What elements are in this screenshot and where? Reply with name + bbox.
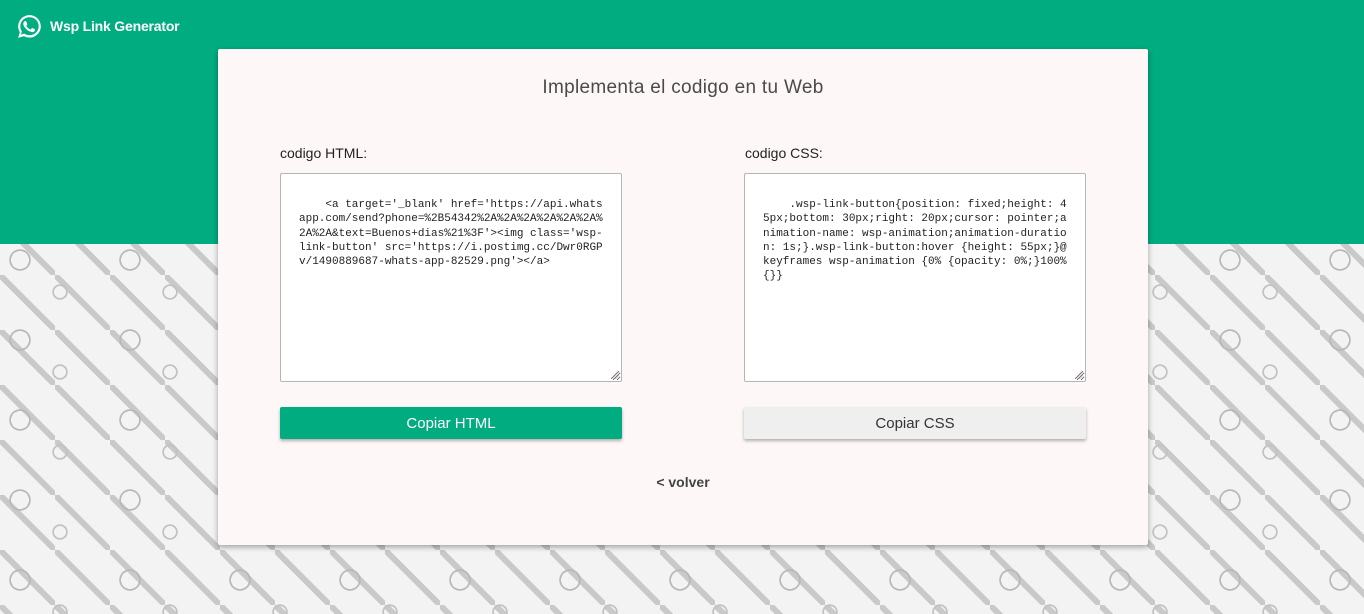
page-title: Implementa el codigo en tu Web — [542, 77, 824, 98]
copy-css-button[interactable]: Copiar CSS — [744, 407, 1086, 439]
html-code-text: <a target='_blank' href='https://api.wha… — [299, 199, 603, 269]
css-code-label: codigo CSS: — [745, 145, 823, 161]
brand[interactable]: Wsp Link Generator — [16, 12, 180, 40]
code-card: Implementa el codigo en tu Web codigo HT… — [218, 49, 1148, 545]
whatsapp-icon — [18, 14, 41, 38]
html-code-textarea[interactable]: <a target='_blank' href='https://api.wha… — [280, 173, 622, 382]
app-title: Wsp Link Generator — [50, 18, 180, 34]
resize-grip-icon[interactable] — [1075, 371, 1083, 379]
css-code-textarea[interactable]: .wsp-link-button{position: fixed;height:… — [744, 173, 1086, 382]
html-code-label: codigo HTML: — [280, 145, 368, 161]
css-code-text: .wsp-link-button{position: fixed;height:… — [763, 199, 1074, 283]
copy-html-button[interactable]: Copiar HTML — [280, 407, 622, 439]
resize-grip-icon[interactable] — [611, 371, 619, 379]
back-link-row: < volver — [218, 474, 1148, 490]
back-link[interactable]: < volver — [656, 474, 709, 490]
